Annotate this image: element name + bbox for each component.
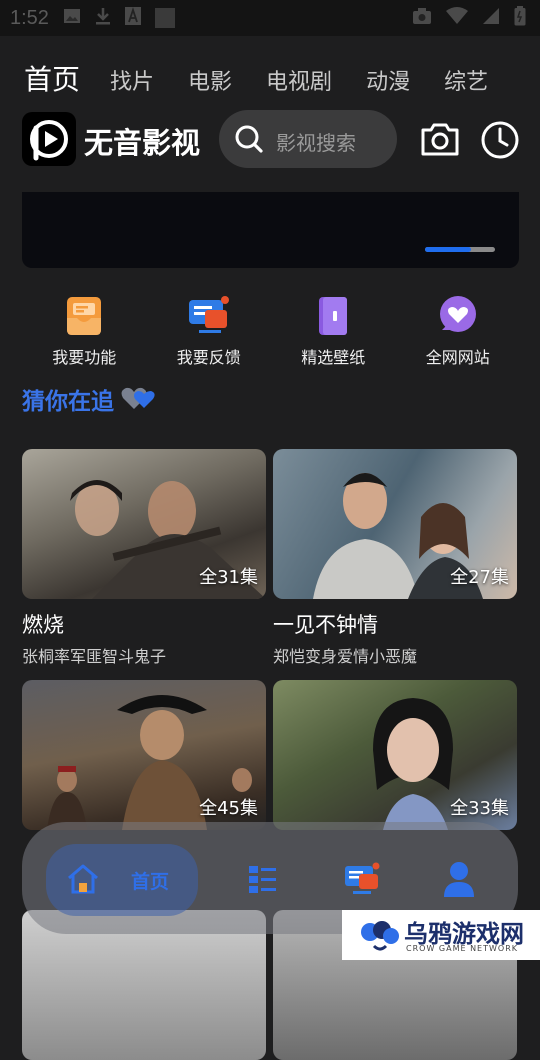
list-icon[interactable]: [248, 864, 278, 898]
quick-action-label: 全网网站: [425, 348, 490, 367]
quick-action-wallpaper[interactable]: 精选壁纸: [271, 294, 396, 368]
search-bar[interactable]: 影视搜索: [219, 110, 397, 168]
download-icon: [95, 7, 111, 30]
banner-carousel[interactable]: [22, 192, 519, 268]
brand-name: 无音影视: [84, 126, 201, 160]
signal-icon: [482, 7, 500, 30]
tab-tv-series[interactable]: 电视剧: [266, 64, 332, 96]
wallpaper-icon: [311, 294, 355, 338]
font-icon: [124, 6, 141, 30]
tab-anime[interactable]: 动漫: [366, 64, 410, 96]
status-bar: 1:52: [0, 0, 540, 36]
app-logo: [22, 112, 76, 166]
episode-count: 全31集: [199, 567, 258, 588]
nav-home-label: 首页: [131, 871, 170, 893]
battery-icon: [514, 5, 526, 31]
video-card[interactable]: 全27集 一见不钟情 郑恺变身爱情小恶魔: [273, 449, 517, 667]
carousel-indicator: [425, 247, 495, 252]
quick-action-label: 我要功能: [52, 348, 117, 367]
header-row: 无音影视 影视搜索: [22, 110, 522, 170]
heart-chat-icon: [436, 294, 480, 338]
category-tabs: 首页 找片 电影 电视剧 动漫 综艺: [24, 58, 522, 98]
feedback-icon[interactable]: [344, 862, 380, 900]
video-thumbnail: 全31集: [22, 449, 266, 599]
crow-logo-icon: [360, 918, 400, 956]
wifi-icon: [446, 6, 468, 30]
quick-action-label: 精选壁纸: [301, 348, 366, 367]
status-time: 1:52: [10, 6, 49, 29]
search-icon: [234, 124, 264, 158]
home-icon: [66, 862, 100, 900]
video-title: 一见不钟情: [273, 613, 378, 637]
tab-movie[interactable]: 电影: [188, 64, 232, 96]
search-placeholder: 影视搜索: [276, 131, 356, 155]
quick-action-label: 我要反馈: [176, 348, 241, 367]
video-thumbnail: 全45集: [22, 680, 266, 830]
watermark-subtitle: CROW GAME NETWORK: [406, 944, 519, 953]
quick-action-feedback[interactable]: 我要反馈: [147, 294, 272, 368]
feedback-icon: [187, 294, 231, 338]
carousel-indicator-active: [425, 247, 471, 252]
user-icon[interactable]: [442, 860, 476, 902]
nav-home[interactable]: 首页: [46, 844, 198, 916]
tab-find[interactable]: 找片: [110, 64, 154, 96]
hearts-icon: [120, 382, 158, 416]
video-subtitle: 郑恺变身爱情小恶魔: [273, 647, 418, 666]
video-title: 燃烧: [22, 613, 64, 637]
tab-variety[interactable]: 综艺: [444, 64, 488, 96]
tab-home[interactable]: 首页: [24, 58, 80, 98]
quick-action-all-sites[interactable]: 全网网站: [396, 294, 521, 368]
video-subtitle: 张桐率军匪智斗鬼子: [22, 647, 167, 666]
camera-status-icon: [412, 7, 432, 30]
watermark: 乌鸦游戏网 CROW GAME NETWORK: [342, 910, 540, 960]
video-thumbnail: 全33集: [273, 680, 517, 830]
quick-action-request-feature[interactable]: 我要功能: [22, 294, 147, 368]
history-clock-icon[interactable]: [480, 120, 520, 164]
video-card[interactable]: 全33集: [273, 680, 517, 830]
video-card[interactable]: 全45集: [22, 680, 266, 830]
episode-count: 全27集: [450, 567, 509, 588]
inbox-icon: [62, 294, 106, 338]
video-card[interactable]: 全31集 燃烧 张桐率军匪智斗鬼子: [22, 449, 266, 667]
image-icon: [63, 7, 81, 30]
episode-count: 全45集: [199, 798, 258, 819]
camera-icon[interactable]: [420, 120, 460, 162]
video-thumbnail: 全27集: [273, 449, 517, 599]
quick-actions: 我要功能 我要反馈 精选壁纸 全网网站: [22, 294, 520, 368]
app-square-icon: [154, 8, 175, 28]
status-icons: [412, 5, 526, 31]
section-title: 猜你在追: [22, 389, 114, 415]
episode-count: 全33集: [450, 798, 509, 819]
